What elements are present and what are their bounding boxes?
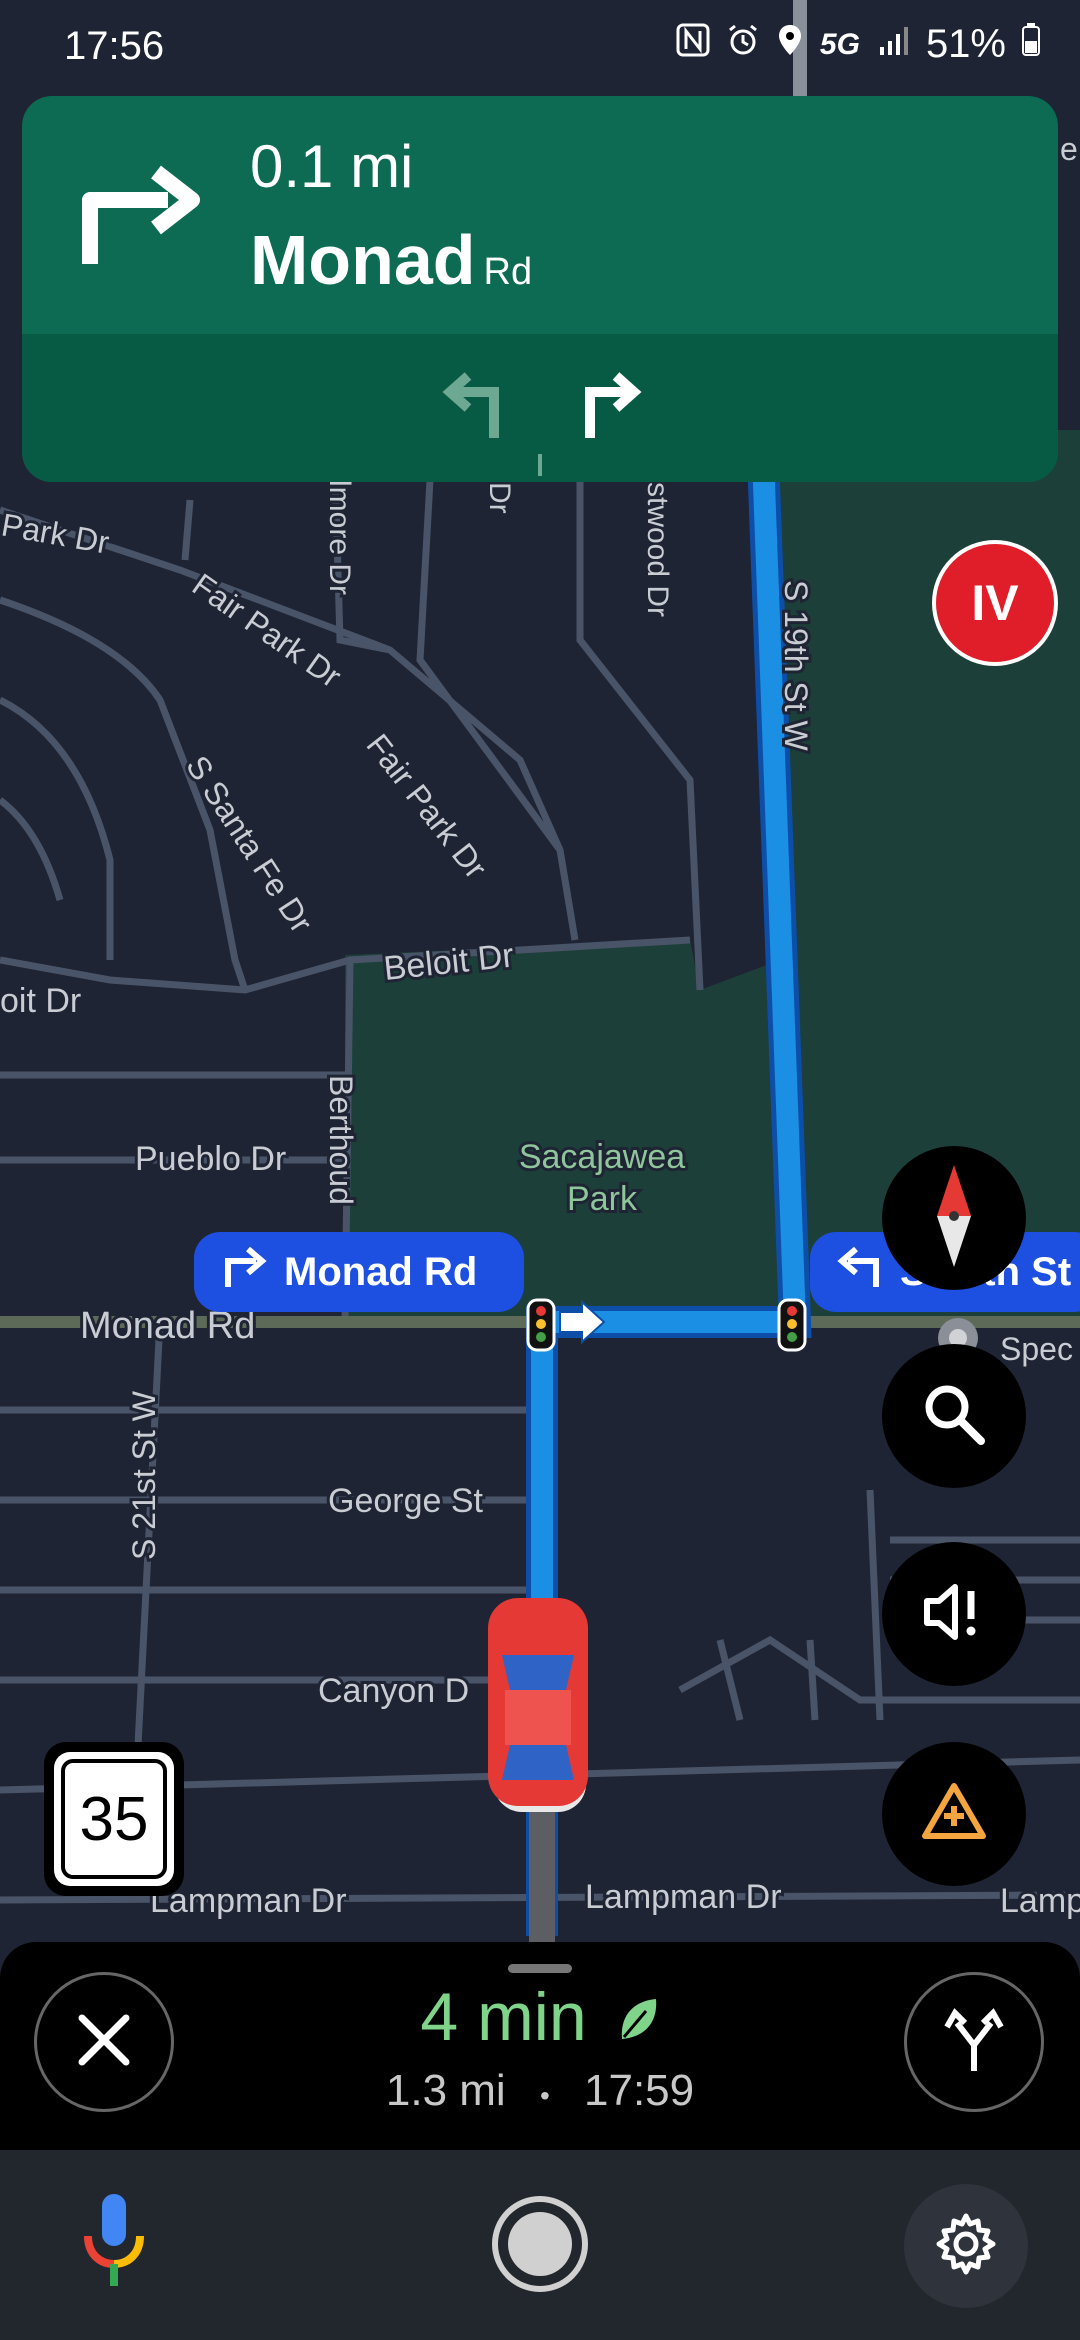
speed-limit-value: 35 (61, 1759, 167, 1879)
battery-percent: 51% (925, 22, 1006, 66)
alarm-icon (726, 22, 760, 67)
map-label: stwood Dr (641, 482, 674, 617)
turn-callout-pill[interactable]: Monad Rd (194, 1232, 524, 1312)
traffic-light-icon (526, 1298, 556, 1352)
home-button[interactable] (492, 2196, 588, 2292)
street-suffix: Rd (483, 251, 533, 293)
map-label: Sacajawea (519, 1138, 685, 1176)
badge-text: IV (971, 575, 1019, 631)
compass-button[interactable] (882, 1146, 1026, 1290)
eta-minutes: 4 min (420, 1979, 587, 2055)
map-label: lmore Dr (323, 480, 356, 595)
trip-distance: 1.3 mi (385, 2066, 506, 2115)
turn-instruction-card[interactable]: 0.1 mi Monad Rd (22, 96, 1058, 482)
trip-summary-panel[interactable]: 4 min 1.3 mi • 17:59 (0, 1942, 1080, 2150)
status-icons: 5G 51% (676, 22, 1040, 67)
location-icon (776, 22, 804, 67)
voice-input-button[interactable] (78, 2192, 150, 2293)
map-label: Pueblo Dr (135, 1140, 286, 1178)
map-label: Lampman Dr (150, 1882, 347, 1920)
nfc-icon (676, 22, 710, 67)
volume-alert-icon (919, 1577, 989, 1652)
add-report-icon (919, 1780, 989, 1849)
map-label: Canyon D (318, 1672, 469, 1710)
arrival-time: 17:59 (584, 2066, 695, 2115)
network-label: 5G (819, 27, 860, 61)
sound-alerts-button[interactable] (882, 1542, 1026, 1686)
turn-distance: 0.1 mi (250, 133, 414, 200)
map-label: Lampman Dr (585, 1878, 782, 1916)
lane-right-icon (576, 370, 646, 445)
map-label: Spec (1000, 1331, 1073, 1367)
assistant-bar (0, 2150, 1080, 2340)
map-label: S 19th St W (778, 580, 814, 752)
report-incident-button[interactable] (882, 1742, 1026, 1886)
tv-channel-badge[interactable]: IV (932, 540, 1058, 666)
map-label: S 21st St W (126, 1390, 162, 1560)
search-icon (919, 1379, 989, 1454)
street-name: Monad (250, 221, 476, 299)
lane-guidance (22, 334, 1058, 482)
gear-icon (933, 2211, 999, 2282)
map-label: George St (328, 1482, 484, 1520)
map-label: Berthoud (323, 1075, 359, 1205)
battery-icon (1022, 22, 1040, 67)
map-label: Park (567, 1180, 638, 1218)
drag-handle[interactable] (508, 1964, 572, 1973)
compass-icon (929, 1161, 979, 1276)
turn-right-small-icon (220, 1245, 268, 1299)
map-label: Dr (483, 482, 516, 514)
trip-separator: • (539, 2080, 550, 2111)
eco-leaf-icon (616, 1983, 660, 2061)
home-indicator (508, 2212, 572, 2276)
turn-left-small-icon (836, 1245, 884, 1299)
signal-icon (876, 22, 910, 67)
route-options-icon (939, 2005, 1009, 2080)
map-label: e (1060, 131, 1078, 167)
alternate-routes-button[interactable] (904, 1972, 1044, 2112)
settings-button[interactable] (904, 2184, 1028, 2308)
car-position-icon (488, 1598, 588, 1812)
turn-callout-label: Monad Rd (284, 1249, 478, 1294)
search-button[interactable] (882, 1344, 1026, 1488)
status-time: 17:56 (64, 24, 165, 68)
turn-street: Monad Rd (250, 220, 532, 300)
map-label: Lamp (1000, 1882, 1080, 1920)
traffic-light-icon (777, 1298, 807, 1352)
lane-left-icon (440, 370, 510, 445)
map-label: oit Dr (0, 982, 81, 1020)
turn-right-icon (74, 160, 204, 275)
microphone-icon (78, 2194, 150, 2292)
status-bar: 17:56 5G 51% (0, 0, 1080, 96)
speed-limit-sign: 35 (44, 1742, 184, 1896)
lane-divider (538, 454, 542, 476)
